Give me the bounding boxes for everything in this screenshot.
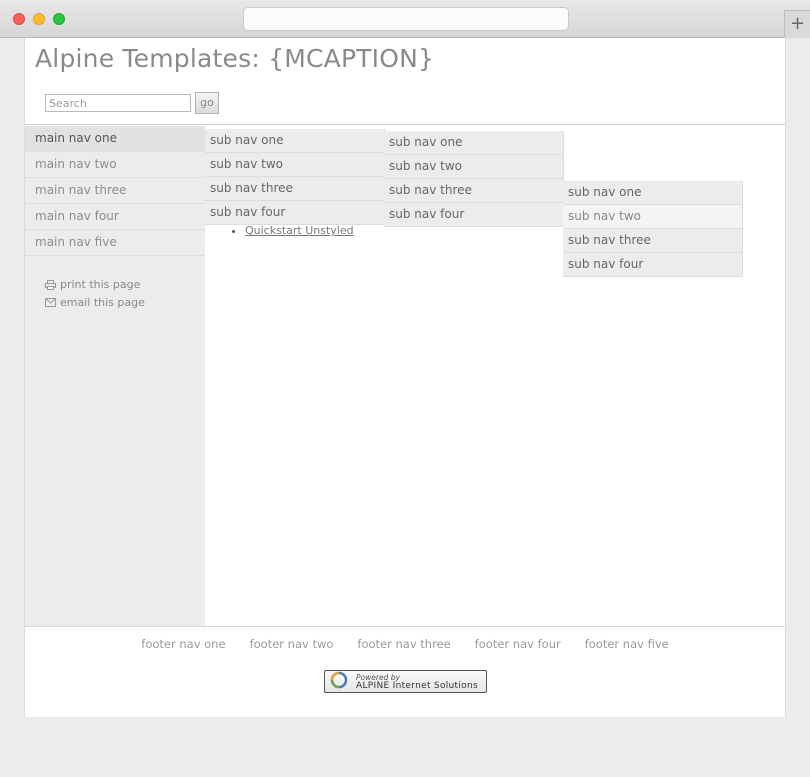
subnav-menu-level-3: sub nav one sub nav two sub nav three su… — [563, 181, 743, 277]
main-nav-item-one[interactable]: main nav one — [25, 126, 205, 152]
powered-by-text: Powered by ALPINE Internet Solutions — [356, 673, 478, 691]
envelope-icon — [45, 298, 56, 307]
window-minimize-button[interactable] — [33, 13, 45, 25]
window-maximize-button[interactable] — [53, 13, 65, 25]
email-page-label: email this page — [60, 296, 145, 309]
print-page-link[interactable]: print this page — [45, 278, 140, 291]
footer-nav-one[interactable]: footer nav one — [141, 637, 225, 651]
window-close-button[interactable] — [13, 13, 25, 25]
subnav-item-two[interactable]: sub nav two — [205, 153, 385, 177]
print-page-label: print this page — [60, 278, 141, 291]
new-tab-button[interactable]: + — [784, 10, 810, 38]
subnav-item-three[interactable]: sub nav three — [384, 179, 564, 203]
browser-toolbar: + — [0, 0, 810, 38]
main-nav-item-two[interactable]: main nav two — [25, 152, 205, 178]
search-input[interactable] — [45, 94, 191, 112]
sidebar: main nav one main nav two main nav three… — [25, 126, 205, 626]
main-nav-item-four[interactable]: main nav four — [25, 204, 205, 230]
address-bar[interactable] — [243, 7, 569, 31]
subnav-menu-level-2: sub nav one sub nav two sub nav three su… — [384, 131, 564, 227]
footer-nav-two[interactable]: footer nav two — [250, 637, 334, 651]
subnav-item-three[interactable]: sub nav three — [563, 229, 743, 253]
printer-icon — [45, 279, 56, 290]
site-footer: footer nav one footer nav two footer nav… — [25, 626, 785, 717]
footer-nav-three[interactable]: footer nav three — [357, 637, 450, 651]
subnav-item-two[interactable]: sub nav two — [384, 155, 564, 179]
search-go-button[interactable]: go — [195, 92, 219, 114]
site-header: Alpine Templates: {MCAPTION} go — [25, 38, 785, 125]
site-title: Alpine Templates: {MCAPTION} — [35, 44, 435, 73]
subnav-item-one[interactable]: sub nav one — [384, 131, 564, 155]
quickstart-link[interactable]: Quickstart Unstyled — [245, 224, 354, 237]
plus-icon: + — [789, 13, 806, 34]
subnav-item-one[interactable]: sub nav one — [563, 181, 743, 205]
powered-by-line2: ALPINE Internet Solutions — [356, 680, 478, 691]
main-nav-item-five[interactable]: main nav five — [25, 230, 205, 256]
subnav-menu-level-1: sub nav one sub nav two sub nav three su… — [205, 129, 385, 225]
subnav-item-three[interactable]: sub nav three — [205, 177, 385, 201]
email-page-link[interactable]: email this page — [45, 296, 145, 309]
footer-nav: footer nav one footer nav two footer nav… — [25, 637, 785, 651]
quickstart-list: Quickstart Unstyled — [245, 224, 354, 237]
footer-nav-four[interactable]: footer nav four — [475, 637, 561, 651]
subnav-item-two[interactable]: sub nav two — [563, 205, 743, 229]
page: Alpine Templates: {MCAPTION} go main nav… — [24, 38, 786, 717]
main-nav-item-three[interactable]: main nav three — [25, 178, 205, 204]
powered-by-badge[interactable]: Powered by ALPINE Internet Solutions — [324, 670, 487, 693]
subnav-item-four[interactable]: sub nav four — [563, 253, 743, 277]
subnav-item-four[interactable]: sub nav four — [384, 203, 564, 227]
subnav-item-four[interactable]: sub nav four — [205, 201, 385, 225]
alpine-logo-icon — [328, 671, 350, 693]
list-item: Quickstart Unstyled — [245, 224, 354, 237]
footer-nav-five[interactable]: footer nav five — [585, 637, 669, 651]
subnav-item-one[interactable]: sub nav one — [205, 129, 385, 153]
